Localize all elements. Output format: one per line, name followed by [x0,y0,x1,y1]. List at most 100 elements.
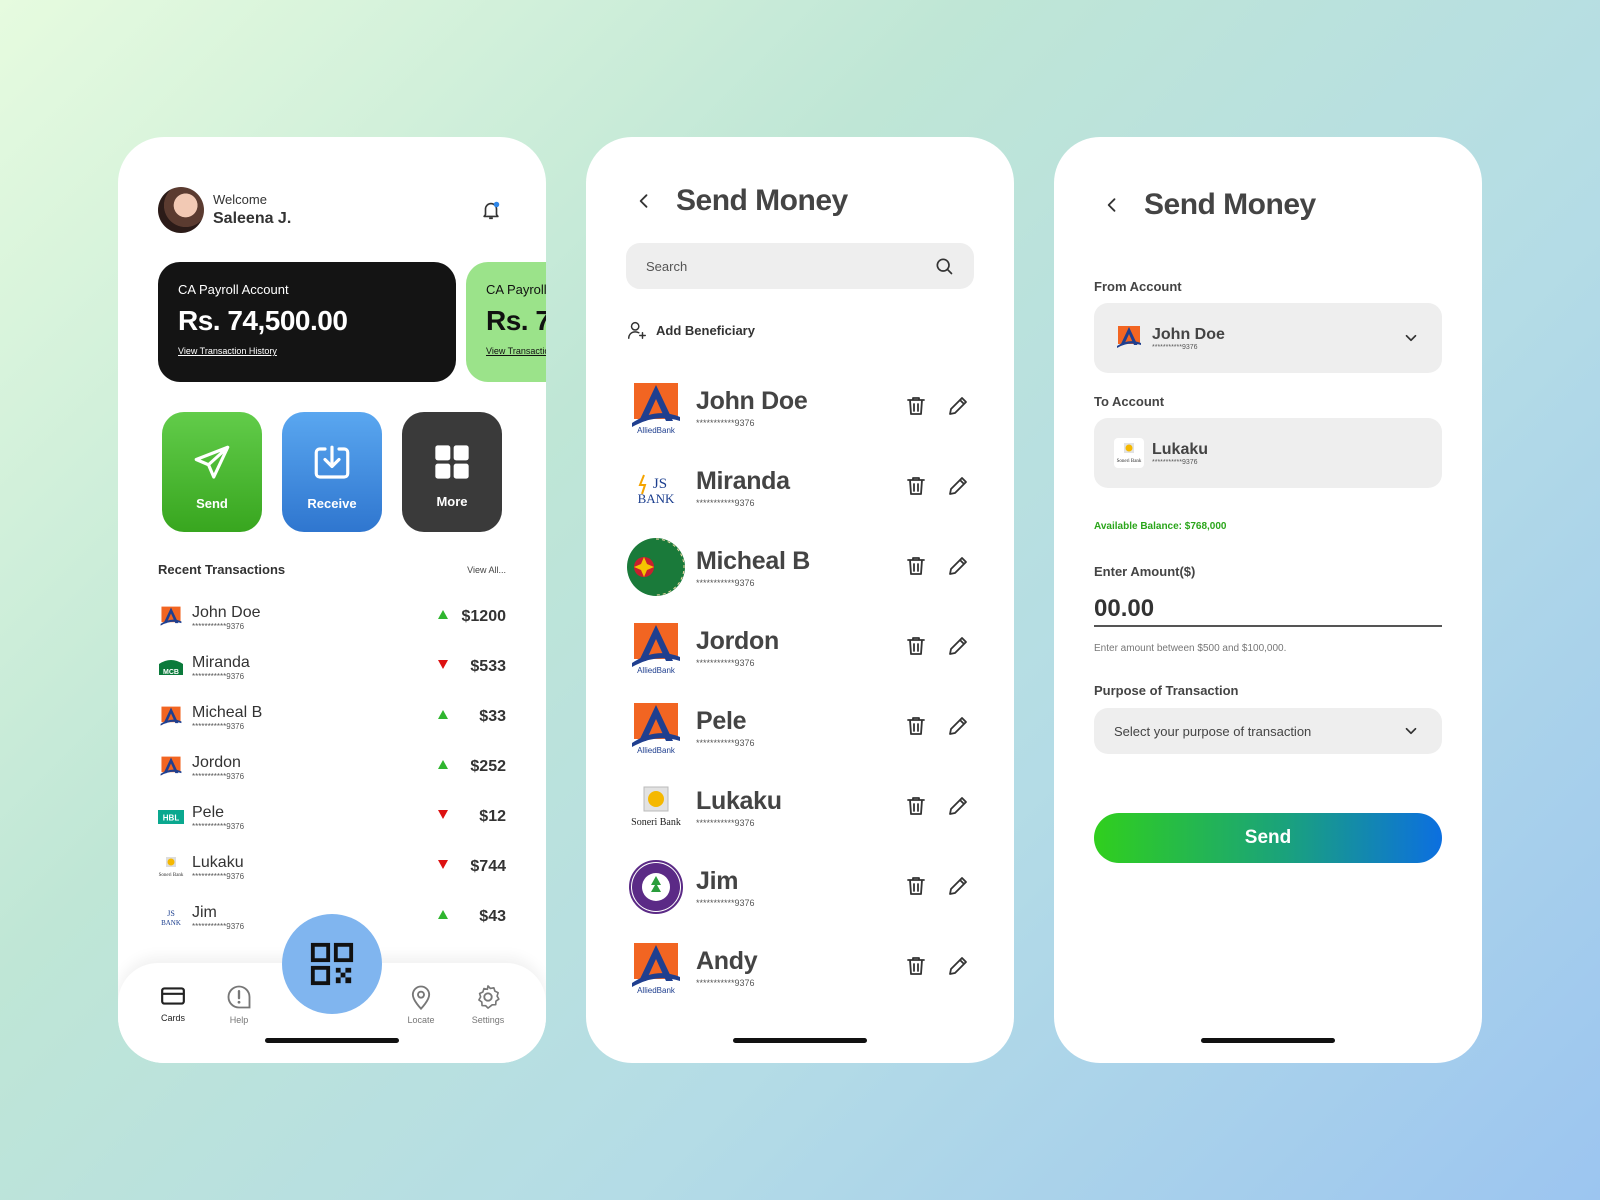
beneficiary-item[interactable]: AlliedBank Pele ***********9376 [626,687,974,767]
to-account-number: ***********9376 [1152,458,1198,466]
transaction-name: Jordon [192,753,241,771]
arrow-down-icon [438,660,448,669]
view-all-link[interactable]: View All... [467,565,506,575]
edit-pencil-icon[interactable] [946,794,970,818]
edit-pencil-icon[interactable] [946,634,970,658]
from-account-name: John Doe [1152,325,1225,343]
recent-transactions-title: Recent Transactions [158,562,286,577]
trash-icon[interactable] [904,394,928,418]
from-account-select[interactable]: John Doe ***********9376 [1094,303,1442,373]
transaction-row[interactable]: Soneri Bank Lukaku ***********9376 $744 [158,842,506,892]
qr-scan-button[interactable] [282,914,382,1014]
trash-icon[interactable] [904,874,928,898]
search-bar [626,243,974,289]
send-button[interactable]: Send [1094,813,1442,863]
beneficiary-item[interactable]: AlliedBank Jordon ***********9376 [626,607,974,687]
svg-text:AlliedBank: AlliedBank [637,986,676,995]
account-title: CA Payroll Account [486,282,546,297]
amount-label: Enter Amount($) [1094,564,1196,579]
mcb-bank-icon: MCB [158,654,184,680]
hbl-bank-icon: HBL [158,804,184,830]
user-header: Welcome Saleena J. [158,187,291,233]
gear-icon [478,985,500,1009]
add-user-icon [628,321,646,339]
transaction-account: ***********9376 [192,671,245,681]
edit-pencil-icon[interactable] [946,874,970,898]
search-icon[interactable] [934,256,954,276]
to-account-field[interactable]: Soneri Bank Lukaku ***********9376 [1094,418,1442,488]
home-indicator [1201,1038,1335,1043]
beneficiary-account: ***********9376 [696,737,755,748]
edit-pencil-icon[interactable] [946,954,970,978]
transaction-list: John Doe ***********9376 $1200 MCB Mirand… [158,592,506,942]
js-bank-icon: JS BANK [158,904,184,930]
nav-cards[interactable]: Cards [148,983,198,1023]
edit-pencil-icon[interactable] [946,474,970,498]
page-title: Send Money [1144,188,1316,221]
send-button[interactable]: Send [162,412,262,532]
search-input[interactable] [646,258,896,274]
transaction-account: ***********9376 [192,871,245,881]
view-history-link[interactable]: View Transaction History [486,346,546,356]
account-card-secondary[interactable]: CA Payroll Account Rs. 74,500.00 View Tr… [466,262,546,382]
svg-text:HBL: HBL [163,814,180,823]
back-button[interactable] [1094,187,1130,223]
beneficiary-item[interactable]: JS BANK Miranda ***********9376 [626,447,974,527]
user-name: Saleena J. [213,210,292,227]
receive-button[interactable]: Receive [282,412,382,532]
transaction-row[interactable]: Jordon ***********9376 $252 [158,742,506,792]
transaction-amount: $533 [470,658,506,675]
back-button[interactable] [626,183,662,219]
transaction-amount: $33 [479,708,506,725]
nav-label: Help [229,1015,249,1025]
account-card[interactable]: CA Payroll Account Rs. 74,500.00 View Tr… [158,262,456,382]
bank-islami-icon [626,537,686,597]
trash-icon[interactable] [904,954,928,978]
transaction-row[interactable]: HBL Pele ***********9376 $12 [158,792,506,842]
nav-label: Locate [407,1015,435,1025]
svg-text:Soneri Bank: Soneri Bank [159,873,184,878]
more-button[interactable]: More [402,412,502,532]
arrow-up-icon [438,710,448,719]
soneri-bank-icon: Soneri Bank [1114,438,1144,468]
location-pin-icon [411,985,431,1010]
beneficiary-item[interactable]: Jim ***********9376 [626,847,974,927]
svg-text:JS: JS [167,909,175,918]
trash-icon[interactable] [904,794,928,818]
amount-hint: Enter amount between $500 and $100,000. [1094,643,1287,654]
trash-icon[interactable] [904,474,928,498]
allied-bank-icon: AlliedBank [626,937,686,997]
edit-pencil-icon[interactable] [946,394,970,418]
page-title: Send Money [676,184,848,217]
beneficiary-item[interactable]: AlliedBank Andy ***********9376 [626,927,974,1007]
nav-locate[interactable]: Locate [396,983,446,1025]
transaction-row[interactable]: MCB Miranda ***********9376 $533 [158,642,506,692]
svg-text:BANK: BANK [161,919,181,927]
beneficiary-account: ***********9376 [696,897,755,908]
nav-help[interactable]: Help [214,983,264,1025]
purpose-select[interactable]: Select your purpose of transaction [1094,708,1442,754]
amount-input[interactable] [1094,595,1442,623]
add-beneficiary-button[interactable]: Add Beneficiary [626,319,755,341]
transaction-row[interactable]: John Doe ***********9376 $1200 [158,592,506,642]
trash-icon[interactable] [904,554,928,578]
nav-settings[interactable]: Settings [463,983,513,1025]
beneficiary-account: ***********9376 [696,977,755,988]
transaction-row[interactable]: Micheal B ***********9376 $33 [158,692,506,742]
home-indicator [265,1038,399,1043]
edit-pencil-icon[interactable] [946,554,970,578]
beneficiary-name: Jim [696,866,739,895]
trash-icon[interactable] [904,714,928,738]
beneficiary-item[interactable]: Micheal B ***********9376 [626,527,974,607]
edit-pencil-icon[interactable] [946,714,970,738]
svg-text:JS: JS [653,476,667,492]
notification-bell-icon[interactable] [480,199,502,221]
view-history-link[interactable]: View Transaction History [178,346,436,356]
from-account-number: ***********9376 [1152,343,1198,351]
beneficiary-item[interactable]: AlliedBank John Doe ***********9376 [626,367,974,447]
nav-label: Settings [471,1015,505,1025]
beneficiary-name: Jordon [696,626,779,655]
beneficiary-item[interactable]: Soneri Bank Lukaku ***********9376 [626,767,974,847]
trash-icon[interactable] [904,634,928,658]
avatar[interactable] [158,187,204,233]
